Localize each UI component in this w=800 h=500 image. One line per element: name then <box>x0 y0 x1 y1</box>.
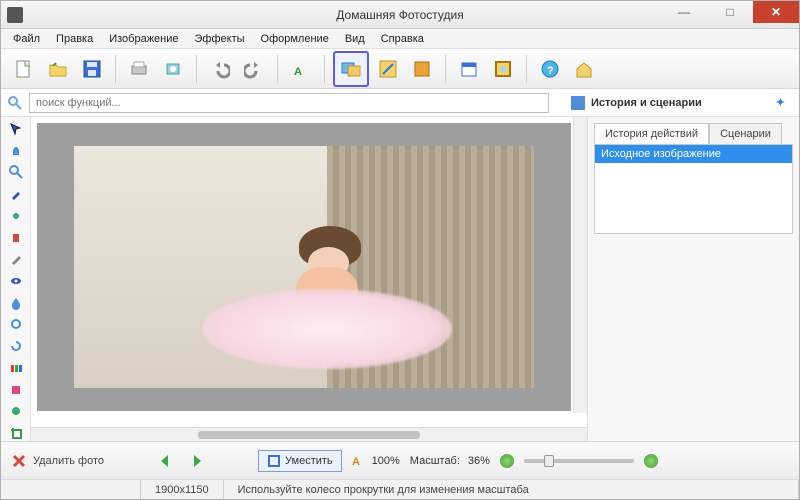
menu-bar: Файл Правка Изображение Эффекты Оформлен… <box>1 29 799 49</box>
brush-tool[interactable] <box>6 208 26 224</box>
prev-image-button[interactable] <box>154 450 176 472</box>
photo-image <box>74 146 533 388</box>
zoom-100-button[interactable]: A 100% <box>352 455 400 467</box>
eyedropper-tool[interactable] <box>6 186 26 202</box>
menu-image[interactable]: Изображение <box>101 31 186 47</box>
healing-tool[interactable] <box>6 404 26 420</box>
toolbar-separator <box>324 55 325 83</box>
zoom-tool[interactable] <box>6 164 26 180</box>
menu-decoration[interactable]: Оформление <box>253 31 337 47</box>
redeye-tool[interactable] <box>6 273 26 289</box>
search-icon <box>7 95 23 111</box>
delete-photo-label: Удалить фото <box>33 455 104 467</box>
search-input[interactable] <box>29 93 549 113</box>
toolbar-separator <box>445 55 446 83</box>
home-button[interactable] <box>569 54 599 84</box>
dodge-tool[interactable] <box>6 317 26 333</box>
pencil-tool[interactable] <box>6 251 26 267</box>
toolbar-separator <box>526 55 527 83</box>
crop-button[interactable] <box>407 54 437 84</box>
history-item[interactable]: Исходное изображение <box>595 145 792 163</box>
resize-button[interactable] <box>373 54 403 84</box>
left-toolbox <box>1 117 31 441</box>
window-title: Домашняя Фотостудия <box>336 8 463 22</box>
history-panel-title-row: История и сценарии <box>571 96 702 110</box>
redo-button[interactable] <box>239 54 269 84</box>
app-icon <box>7 7 23 23</box>
search-row: История и сценарии ✦ <box>1 89 799 117</box>
zoom-slider-knob[interactable] <box>544 455 554 467</box>
menu-file[interactable]: Файл <box>5 31 48 47</box>
swirl-tool[interactable] <box>6 338 26 354</box>
delete-photo-button[interactable]: Удалить фото <box>11 453 104 469</box>
crop-tool[interactable] <box>6 425 26 441</box>
new-file-button[interactable] <box>9 54 39 84</box>
tab-history[interactable]: История действий <box>594 123 709 145</box>
workspace: История действий Сценарии Исходное изобр… <box>1 117 799 441</box>
next-image-button[interactable] <box>186 450 208 472</box>
canvas-viewport[interactable] <box>31 117 587 427</box>
help-button[interactable]: ? <box>535 54 565 84</box>
history-list[interactable]: Исходное изображение <box>594 144 793 234</box>
status-empty <box>1 480 141 499</box>
delete-icon <box>11 453 27 469</box>
image-compose-button[interactable] <box>333 51 369 87</box>
undo-button[interactable] <box>205 54 235 84</box>
toolbar-separator <box>277 55 278 83</box>
maximize-button[interactable]: □ <box>707 1 753 23</box>
status-bar: 1900x1150 Используйте колесо прокрутки д… <box>1 479 799 499</box>
menu-edit[interactable]: Правка <box>48 31 101 47</box>
calendar-button[interactable] <box>454 54 484 84</box>
effects-tool[interactable] <box>6 382 26 398</box>
panel-expand-icon[interactable]: ✦ <box>776 96 785 109</box>
fit-label: Уместить <box>285 455 333 467</box>
svg-text:?: ? <box>547 65 554 77</box>
bottom-toolbar: Удалить фото Уместить A 100% Масштаб: 36… <box>1 441 799 479</box>
zoom-in-button[interactable] <box>644 454 658 468</box>
menu-help[interactable]: Справка <box>373 31 432 47</box>
menu-view[interactable]: Вид <box>337 31 373 47</box>
fit-button[interactable]: Уместить <box>258 450 342 472</box>
status-hint: Используйте колесо прокрутки для изменен… <box>224 480 799 499</box>
open-folder-button[interactable] <box>43 54 73 84</box>
print-button[interactable] <box>124 54 154 84</box>
fit-icon <box>267 454 281 468</box>
toolbar-separator <box>196 55 197 83</box>
stamp-tool[interactable] <box>6 230 26 246</box>
hand-tool[interactable] <box>6 143 26 159</box>
canvas-background <box>37 123 571 411</box>
history-panel: История действий Сценарии Исходное изобр… <box>587 117 799 441</box>
main-toolbar: A ? <box>1 49 799 89</box>
window-buttons: — □ ✕ <box>661 1 799 23</box>
scale-prefix: Масштаб: <box>410 455 460 467</box>
close-button[interactable]: ✕ <box>753 1 799 23</box>
frame-button[interactable] <box>488 54 518 84</box>
zoom-out-button[interactable] <box>500 454 514 468</box>
history-panel-title: История и сценарии <box>591 97 702 109</box>
horizontal-scrollbar[interactable] <box>31 427 587 441</box>
tab-scenarios[interactable]: Сценарии <box>709 123 782 145</box>
pointer-tool[interactable] <box>6 121 26 137</box>
zoom-100-label: 100% <box>372 455 400 467</box>
history-tabs: История действий Сценарии <box>594 123 793 145</box>
zoom-readout: Масштаб: 36% <box>410 455 490 467</box>
status-dimensions: 1900x1150 <box>141 480 224 499</box>
gradient-tool[interactable] <box>6 360 26 376</box>
zoom-slider[interactable] <box>524 459 634 463</box>
svg-text:A: A <box>352 456 360 467</box>
vertical-scrollbar[interactable] <box>573 117 587 413</box>
toolbar-separator <box>115 55 116 83</box>
svg-text:A: A <box>294 66 302 78</box>
canvas-area <box>31 117 587 441</box>
minimize-button[interactable]: — <box>661 1 707 23</box>
menu-effects[interactable]: Эффекты <box>187 31 253 47</box>
scan-button[interactable] <box>158 54 188 84</box>
title-bar: Домашняя Фотостудия — □ ✕ <box>1 1 799 29</box>
save-button[interactable] <box>77 54 107 84</box>
text-a-icon: A <box>352 455 364 467</box>
blur-tool[interactable] <box>6 295 26 311</box>
scale-value: 36% <box>468 455 490 467</box>
panel-icon <box>571 96 585 110</box>
text-button[interactable]: A <box>286 54 316 84</box>
